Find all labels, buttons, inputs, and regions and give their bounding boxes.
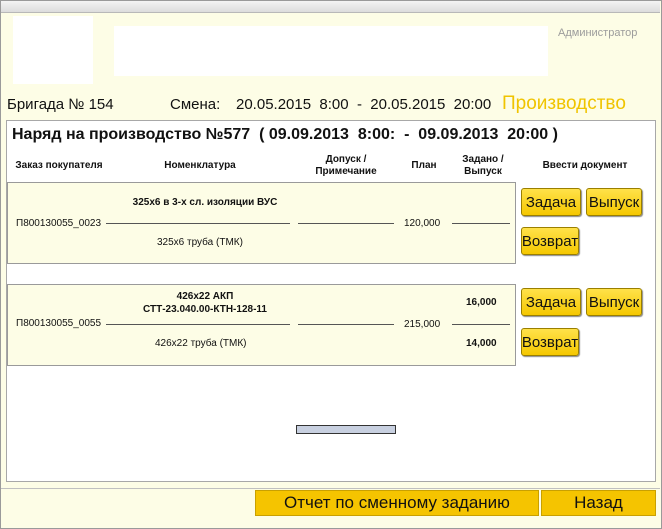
col-assigned: Задано / Выпуск	[462, 154, 504, 177]
current-user: Администратор	[558, 27, 638, 39]
col-nomenclature: Номенклатура	[164, 160, 236, 171]
banner-area	[114, 26, 548, 76]
title-bar	[1, 1, 660, 13]
horizontal-scrollbar[interactable]	[296, 425, 396, 434]
row2-return-button[interactable]: Возврат	[521, 328, 579, 356]
row2-task-button[interactable]: Задача	[521, 288, 581, 316]
row2-assigned: 16,000	[466, 297, 497, 308]
order-title: Наряд на производство №577 ( 09.09.2013 …	[12, 126, 558, 143]
row1-divider	[106, 223, 290, 224]
footer-divider	[1, 488, 660, 489]
row1-material: 325х6 труба (ТМК)	[157, 237, 243, 248]
brigade-label: Бригада № 154	[7, 96, 114, 113]
shift-report-button[interactable]: Отчет по сменному заданию	[255, 490, 539, 516]
row2-divider	[298, 324, 394, 325]
row1-task-button[interactable]: Задача	[521, 188, 581, 216]
row2-plan: 215,000	[404, 319, 441, 330]
shift-range: 20.05.2015 8:00 - 20.05.2015 20:00	[236, 96, 492, 113]
section-title: Производство	[502, 93, 626, 114]
back-button[interactable]: Назад	[541, 490, 656, 516]
row2-divider	[106, 324, 290, 325]
row1-plan: 120,000	[404, 218, 441, 229]
row1-divider	[298, 223, 394, 224]
row2-released: 14,000	[466, 338, 497, 349]
row2-divider	[452, 324, 510, 325]
col-plan: План	[411, 160, 437, 171]
row1-return-button[interactable]: Возврат	[521, 227, 579, 255]
shift-label: Смена:	[170, 96, 221, 113]
row1-release-button[interactable]: Выпуск	[586, 188, 642, 216]
col-tolerance: Допуск / Примечание	[315, 154, 377, 177]
row1-order: П800130055_0023	[16, 218, 102, 229]
row1-divider	[452, 223, 510, 224]
col-enter-document: Ввести документ	[542, 160, 628, 171]
logo-area	[13, 16, 93, 84]
row2-order: П800130055_0055	[16, 318, 102, 329]
row2-product: 426х22 АКП СТТ-23.040.00-КТН-128-11	[143, 291, 267, 315]
row2-material: 426х22 труба (ТМК)	[155, 338, 247, 349]
row1-product: 325х6 в 3-х сл. изоляции ВУС	[132, 197, 278, 208]
row2-release-button[interactable]: Выпуск	[586, 288, 642, 316]
col-customer-order: Заказ покупателя	[15, 160, 103, 171]
